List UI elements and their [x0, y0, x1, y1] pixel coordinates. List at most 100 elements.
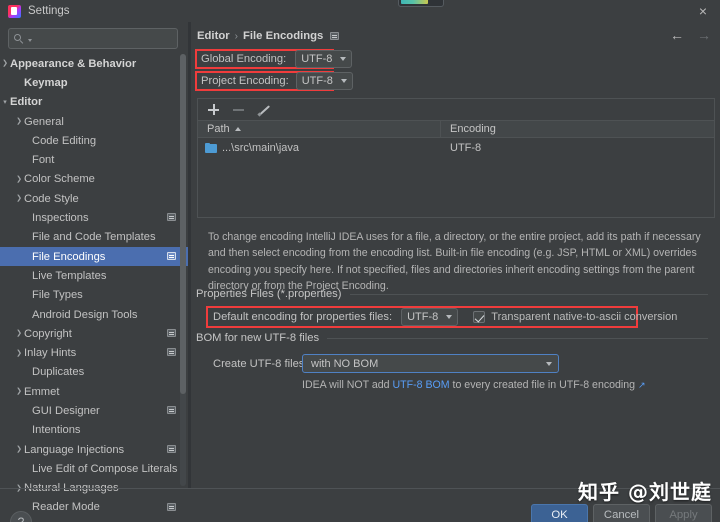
default-properties-encoding-dropdown[interactable]: UTF-8 [401, 308, 459, 326]
sidebar-item-label: Emmet [24, 385, 60, 398]
sidebar-item-label: Language Injections [24, 443, 125, 456]
transparent-conversion-checkbox[interactable]: Transparent native-to-ascii conversion [473, 311, 677, 323]
properties-section-header: Properties Files (*.properties) [196, 288, 708, 300]
sidebar-item-label: Inlay Hints [24, 347, 77, 360]
column-header-path[interactable]: Path [198, 121, 441, 137]
transparent-conversion-label: Transparent native-to-ascii conversion [491, 311, 678, 323]
sidebar-item-inlay-hints[interactable]: ❯ Inlay Hints [0, 343, 188, 362]
sidebar-scrollbar-thumb[interactable] [180, 54, 186, 394]
column-header-encoding[interactable]: Encoding [441, 121, 496, 137]
sidebar-item-duplicates[interactable]: Duplicates [0, 363, 188, 382]
chevron-right-icon[interactable]: ❯ [14, 174, 24, 184]
chevron-right-icon[interactable]: ❯ [14, 348, 24, 358]
intellij-idea-icon [8, 4, 21, 18]
chevron-down-icon [546, 361, 552, 366]
encodings-table: Path Encoding ...\src\main\java UTF-8 [197, 120, 715, 218]
chevron-down-icon [446, 315, 453, 319]
table-toolbar [197, 98, 715, 120]
close-icon[interactable]: × [695, 3, 711, 19]
chevron-right-icon[interactable]: ❯ [14, 387, 24, 397]
project-scope-icon [167, 348, 176, 357]
settings-dialog: Settings × ❯ Appearance & Behavior Keymap ▾… [0, 0, 720, 522]
global-encoding-dropdown[interactable]: UTF-8 [295, 50, 353, 68]
sidebar-item-copyright[interactable]: ❯ Copyright [0, 324, 188, 343]
sidebar-item-android-design-tools[interactable]: Android Design Tools [0, 305, 188, 324]
global-encoding-row: Global Encoding: UTF-8 [201, 50, 353, 68]
sidebar-item-label: Live Edit of Compose Literals [32, 462, 178, 475]
sidebar-item-general[interactable]: ❯ General [0, 112, 188, 131]
ok-button[interactable]: OK [531, 504, 588, 522]
chevron-right-icon[interactable]: ❯ [0, 59, 10, 69]
description-text: To change encoding IntelliJ IDEA uses fo… [208, 231, 701, 293]
sidebar-item-code-style[interactable]: ❯ Code Style [0, 189, 188, 208]
edit-icon[interactable] [257, 103, 270, 116]
chevron-right-icon[interactable]: ❯ [14, 194, 24, 204]
chevron-right-icon[interactable]: ❯ [14, 445, 24, 455]
sidebar-item-gui-designer[interactable]: GUI Designer [0, 401, 188, 420]
title-bar: Settings × [0, 0, 720, 22]
sidebar-item-label: File and Code Templates [32, 231, 156, 244]
sidebar-item-label: Live Templates [32, 269, 107, 282]
sidebar-item-font[interactable]: Font [0, 150, 188, 169]
sidebar-scrollbar[interactable] [180, 54, 186, 486]
cell-encoding: UTF-8 [450, 141, 482, 154]
project-scope-icon [167, 444, 176, 453]
chevron-right-icon[interactable]: ❯ [14, 117, 24, 127]
sidebar-item-keymap[interactable]: Keymap [0, 73, 188, 92]
chevron-down-icon [340, 57, 347, 61]
sidebar-item-appearance-behavior[interactable]: ❯ Appearance & Behavior [0, 54, 188, 73]
create-utf8-label: Create UTF-8 files: [213, 358, 308, 370]
add-icon[interactable] [207, 103, 220, 116]
chevron-down-icon [340, 79, 347, 83]
table-header-row: Path Encoding [198, 121, 714, 138]
search-input[interactable] [32, 32, 174, 45]
remove-icon[interactable] [232, 103, 245, 116]
sidebar-item-label: Code Editing [32, 134, 97, 147]
search-box[interactable] [8, 28, 178, 49]
bom-hint-prefix: IDEA will NOT add [302, 379, 393, 391]
sidebar-item-label: Font [32, 154, 55, 167]
chevron-right-icon[interactable]: ❯ [14, 329, 24, 339]
table-row[interactable]: ...\src\main\java UTF-8 [198, 138, 714, 157]
cancel-button[interactable]: Cancel [593, 504, 650, 522]
project-encoding-row: Project Encoding: UTF-8 [201, 72, 353, 90]
breadcrumb-parent[interactable]: Editor [197, 30, 230, 42]
project-scope-icon [167, 213, 176, 222]
project-scope-icon [167, 502, 176, 511]
sidebar-item-intentions[interactable]: Intentions [0, 421, 188, 440]
apply-button[interactable]: Apply [655, 504, 712, 522]
forward-arrow-icon[interactable]: → [697, 28, 711, 42]
search-icon [14, 33, 25, 45]
create-utf8-dropdown[interactable]: with NO BOM [302, 354, 559, 373]
splitter[interactable] [188, 22, 191, 488]
sidebar-item-label: GUI Designer [32, 404, 100, 417]
project-encoding-dropdown[interactable]: UTF-8 [295, 72, 353, 90]
sidebar-item-editor[interactable]: ▾ Editor [0, 93, 188, 112]
sidebar-item-file-encodings[interactable]: File Encodings [0, 246, 188, 267]
sidebar-item-file-types[interactable]: File Types [0, 286, 188, 305]
sidebar-item-live-templates[interactable]: Live Templates [0, 266, 188, 285]
sidebar-item-color-scheme[interactable]: ❯ Color Scheme [0, 170, 188, 189]
divider [327, 337, 708, 339]
breadcrumb-separator: › [234, 30, 238, 42]
divider [349, 293, 708, 295]
global-encoding-value: UTF-8 [301, 53, 333, 65]
back-arrow-icon[interactable]: ← [670, 28, 684, 42]
project-scope-icon [330, 32, 340, 40]
project-scope-icon [167, 329, 176, 338]
bom-section-header: BOM for new UTF-8 files [196, 332, 708, 344]
sidebar-item-code-editing[interactable]: Code Editing [0, 131, 188, 150]
sort-ascending-icon [234, 127, 241, 131]
progress-widget[interactable] [398, 0, 444, 7]
table-body: ...\src\main\java UTF-8 [198, 138, 714, 157]
sidebar-item-language-injections[interactable]: ❯ Language Injections [0, 440, 188, 459]
sidebar-item-label: General [24, 115, 64, 128]
sidebar-item-inspections[interactable]: Inspections [0, 208, 188, 227]
sidebar-item-file-and-code-templates[interactable]: File and Code Templates [0, 228, 188, 247]
cell-path-text: ...\src\main\java [222, 141, 300, 154]
utf8-bom-link[interactable]: UTF-8 BOM [392, 379, 449, 391]
sidebar-item-live-edit-of-compose-literals[interactable]: Live Edit of Compose Literals [0, 459, 188, 478]
chevron-down-icon[interactable]: ▾ [0, 97, 10, 107]
sidebar-item-emmet[interactable]: ❯ Emmet [0, 382, 188, 401]
settings-content: Editor › File Encodings ← → Global Encod… [192, 22, 720, 488]
